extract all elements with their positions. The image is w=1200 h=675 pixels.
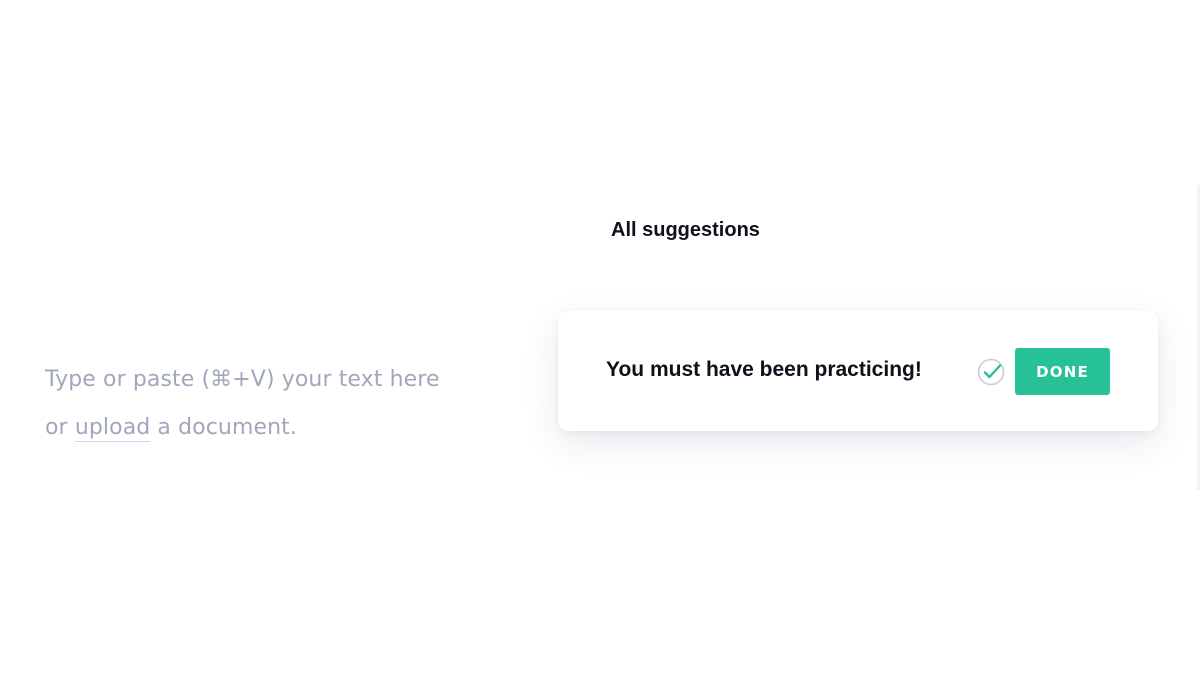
placeholder-or-text: or <box>45 415 75 440</box>
upload-document-link[interactable]: upload <box>74 415 151 442</box>
editor-placeholder-line-2: or upload a document. <box>45 404 515 452</box>
suggestions-panel-title: All suggestions <box>611 219 760 241</box>
editor-placeholder-line: Type or paste (⌘+V) your text here <box>45 367 440 392</box>
editor-area[interactable]: Type or paste (⌘+V) your text here or up… <box>45 356 515 452</box>
page: Type or paste (⌘+V) your text here or up… <box>0 0 1200 675</box>
done-button[interactable]: DONE <box>1015 348 1110 395</box>
card-message: You must have been practicing! <box>606 358 922 381</box>
placeholder-tail-text: a document. <box>150 415 298 440</box>
check-circle-icon <box>977 358 1005 386</box>
suggestion-card: You must have been practicing! DONE <box>558 311 1158 431</box>
